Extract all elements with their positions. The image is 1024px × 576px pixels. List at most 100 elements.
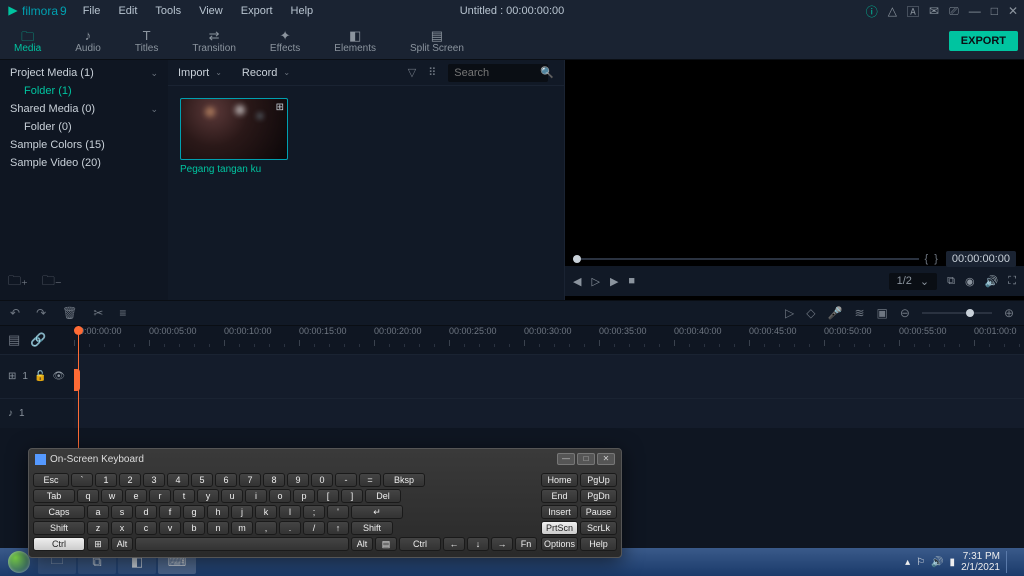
mark-in-icon[interactable]: { [925,253,929,265]
menu-edit[interactable]: Edit [110,3,145,19]
key-↵[interactable]: ↵ [351,505,403,519]
key-▤[interactable]: ▤ [375,537,397,551]
key-k[interactable]: k [255,505,277,519]
zoom-out-icon[interactable]: ⊖ [900,306,910,320]
crop-icon[interactable]: ▣ [877,306,888,320]
key-PgUp[interactable]: PgUp [580,473,617,487]
key-b[interactable]: b [183,521,205,535]
minimize-icon[interactable]: — [969,4,981,18]
key-7[interactable]: 7 [239,473,261,487]
mic-icon[interactable]: 🎤 [828,306,843,320]
pip-icon[interactable]: ⧉ [947,275,955,288]
visibility-icon[interactable]: 👁 [52,371,65,382]
key-ScrLk[interactable]: ScrLk [580,521,617,535]
snapshot-icon[interactable]: ◉ [965,275,975,288]
audio-track[interactable]: ♪1 [0,398,1024,428]
prev-frame-icon[interactable]: ◀ [573,275,581,288]
key-8[interactable]: 8 [263,473,285,487]
key-2[interactable]: 2 [119,473,141,487]
tree-sample-colors[interactable]: Sample Colors (15) [0,136,168,154]
grid-view-icon[interactable]: ⠿ [428,66,436,79]
maximize-icon[interactable]: □ [991,4,998,18]
tree-sample-video[interactable]: Sample Video (20) [0,154,168,172]
search-icon[interactable]: 🔍 [540,66,554,79]
key-.[interactable]: . [279,521,301,535]
menu-help[interactable]: Help [283,3,322,19]
cast-icon[interactable]: ⎚ [949,4,959,19]
tray-flag-icon[interactable]: ⚐ [916,557,925,568]
mail-icon[interactable]: ✉ [929,4,939,18]
media-thumbnail[interactable]: ⊞ [180,98,288,160]
key-⊞[interactable]: ⊞ [87,537,109,551]
tree-project-media[interactable]: Project Media (1)⌄ [0,64,168,82]
key-Help[interactable]: Help [580,537,617,551]
new-folder-icon[interactable]: 🗀₊ [8,272,28,294]
key-Fn[interactable]: Fn [515,537,537,551]
mixer-icon[interactable]: ≋ [854,306,864,320]
video-track[interactable]: ⊞1🔓👁 [0,354,1024,398]
key-Pause[interactable]: Pause [580,505,617,519]
key-][interactable]: ] [341,489,363,503]
playhead[interactable] [78,326,79,456]
search-input[interactable] [448,64,548,82]
key-l[interactable]: l [279,505,301,519]
media-clip[interactable]: ⊞ Pegang tangan ku [180,98,288,175]
key-Del[interactable]: Del [365,489,401,503]
zoom-slider[interactable] [922,312,992,314]
close-icon[interactable]: ✕ [1008,4,1018,18]
preview-video[interactable] [565,60,1024,252]
key-j[interactable]: j [231,505,253,519]
key-Caps[interactable]: Caps [33,505,85,519]
key--[interactable]: - [335,473,357,487]
record-dropdown[interactable]: Record⌄ [242,67,290,79]
key-Tab[interactable]: Tab [33,489,75,503]
delete-folder-icon[interactable]: 🗀₋ [42,272,62,294]
key-w[interactable]: w [101,489,123,503]
show-desktop[interactable] [1006,551,1014,573]
key-PrtScn[interactable]: PrtScn [541,521,578,535]
menu-export[interactable]: Export [233,3,281,19]
key-c[interactable]: c [135,521,157,535]
menu-file[interactable]: File [75,3,109,19]
tray-volume-icon[interactable]: 🔊 [931,557,943,568]
key-t[interactable]: t [173,489,195,503]
key-v[interactable]: v [159,521,181,535]
tab-elements[interactable]: ◧Elements [326,26,384,56]
key-space[interactable] [135,537,349,551]
tray-battery-icon[interactable]: ▮ [950,557,956,568]
tab-audio[interactable]: ♪Audio [67,26,109,56]
key-9[interactable]: 9 [287,473,309,487]
key-Bksp[interactable]: Bksp [383,473,425,487]
osk-maximize-icon[interactable]: □ [577,453,595,465]
system-clock[interactable]: 7:31 PM2/1/2021 [961,551,1000,573]
tree-folder-0[interactable]: Folder (0) [0,118,168,136]
zoom-in-icon[interactable]: ⊕ [1004,306,1014,320]
marker-icon[interactable]: ◇ [806,306,815,320]
key-i[interactable]: i [245,489,267,503]
cut-icon[interactable]: ✂ [93,306,103,320]
key-d[interactable]: d [135,505,157,519]
key-p[interactable]: p [293,489,315,503]
key-PgDn[interactable]: PgDn [580,489,617,503]
osk-minimize-icon[interactable]: — [557,453,575,465]
key-1[interactable]: 1 [95,473,117,487]
key-→[interactable]: → [491,537,513,551]
key-z[interactable]: z [87,521,109,535]
time-ruler[interactable]: 00:00:00:0000:00:05:0000:00:10:0000:00:1… [74,326,1024,354]
key-0[interactable]: 0 [311,473,333,487]
key-f[interactable]: f [159,505,181,519]
undo-icon[interactable]: ↶ [10,306,20,320]
tab-media[interactable]: 🗀Media [6,26,49,56]
key-a[interactable]: a [87,505,109,519]
key-Insert[interactable]: Insert [541,505,578,519]
adjust-icon[interactable]: ≡ [119,306,126,320]
key-q[interactable]: q [77,489,99,503]
key-u[interactable]: u [221,489,243,503]
key-Esc[interactable]: Esc [33,473,69,487]
key-g[interactable]: g [183,505,205,519]
key-6[interactable]: 6 [215,473,237,487]
mark-out-icon[interactable]: } [934,253,938,265]
key-Alt[interactable]: Alt [351,537,373,551]
user-icon[interactable]: △ [888,4,897,18]
tab-titles[interactable]: TTitles [127,26,167,56]
